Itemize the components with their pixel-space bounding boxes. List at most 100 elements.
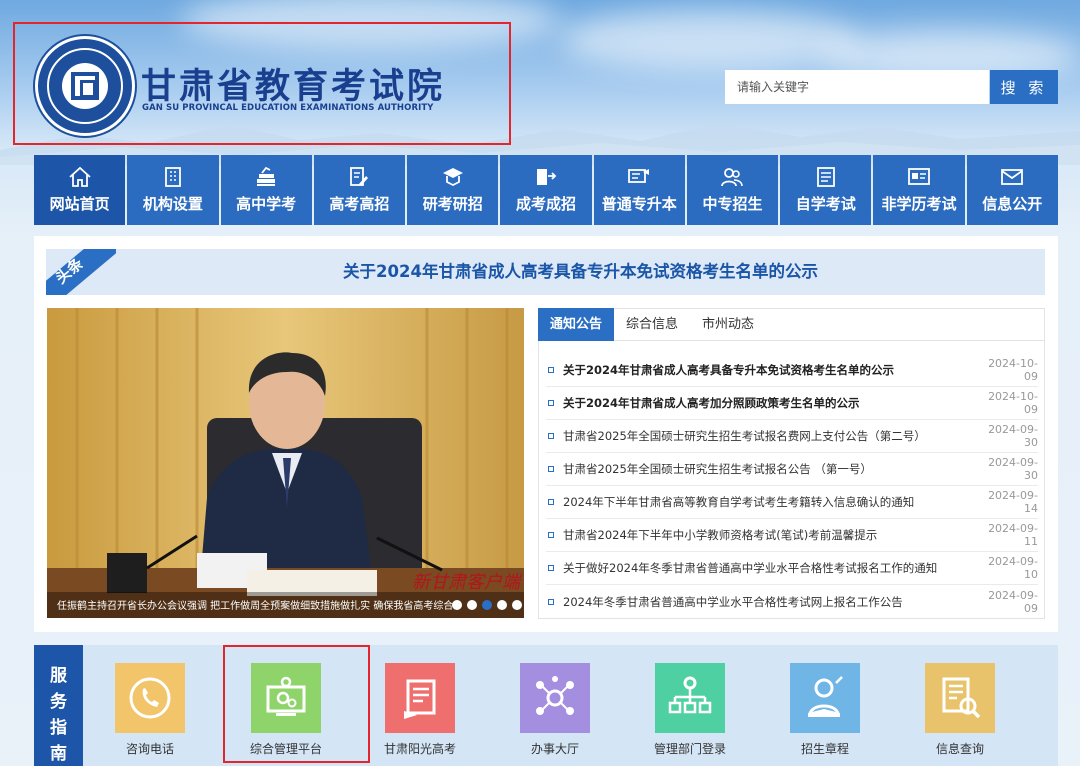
list-item[interactable]: 2024年冬季甘肃省普通高中学业水平合格性考试网上报名工作公告 2024-09-… xyxy=(546,585,1038,618)
service-item-service-hall[interactable]: 办事大厅 xyxy=(503,663,607,757)
nav-label: 研考研招 xyxy=(422,195,483,213)
nav-item-vocational-enroll[interactable]: 中专招生 xyxy=(686,155,779,225)
reading-person-icon[interactable] xyxy=(790,663,860,733)
nav-label: 网站首页 xyxy=(49,195,110,213)
nav-item-organization[interactable]: 机构设置 xyxy=(127,155,219,225)
news-title[interactable]: 关于做好2024年冬季甘肃省普通高中学业水平合格性考试报名工作的通知 xyxy=(563,560,978,576)
nav-item-graduate-exam[interactable]: 研考研招 xyxy=(407,155,499,225)
nav-label: 高考高招 xyxy=(329,195,390,213)
nav-item-self-study-exam[interactable]: 自学考试 xyxy=(780,155,872,225)
nav-item-upgrade-exam[interactable]: 普通专升本 xyxy=(593,155,685,225)
news-title[interactable]: 甘肃省2025年全国硕士研究生招生考试报名费网上支付公告（第二号） xyxy=(563,428,978,444)
nav-label: 信息公开 xyxy=(982,195,1043,213)
phone-icon[interactable] xyxy=(115,663,185,733)
certificate-icon xyxy=(628,169,650,183)
nav-item-high-school-exam[interactable]: 高中学考 xyxy=(220,155,312,225)
news-list: 关于2024年甘肃省成人高考具备专升本免试资格考生名单的公示 2024-10-0… xyxy=(546,354,1038,618)
service-label: 办事大厅 xyxy=(530,742,579,756)
news-title[interactable]: 关于2024年甘肃省成人高考具备专升本免试资格考生名单的公示 xyxy=(563,362,978,378)
news-title[interactable]: 2024年下半年甘肃省高等教育自学考试考生考籍转入信息确认的通知 xyxy=(563,494,978,510)
list-item[interactable]: 2024年下半年甘肃省高等教育自学考试考生考籍转入信息确认的通知 2024-09… xyxy=(546,486,1038,519)
headline-link[interactable]: 关于2024年甘肃省成人高考具备专升本免试资格考生名单的公示 xyxy=(116,249,1045,295)
nav-label: 成考成招 xyxy=(515,195,576,213)
service-item-info-query[interactable]: 信息查询 xyxy=(908,663,1012,757)
mail-icon xyxy=(1001,169,1024,185)
list-item[interactable]: 关于2024年甘肃省成人高考具备专升本免试资格考生名单的公示 2024-10-0… xyxy=(546,354,1038,387)
nav-item-non-degree-exam[interactable]: 非学历考试 xyxy=(873,155,965,225)
site-title[interactable]: 甘肃省教育考试院 xyxy=(141,58,445,109)
search-button[interactable]: 搜 索 xyxy=(990,70,1058,104)
service-label: 管理部门登录 xyxy=(653,742,726,756)
list-item[interactable]: 甘肃省2025年全国硕士研究生招生考试报名费网上支付公告（第二号） 2024-0… xyxy=(546,420,1038,453)
nav-item-home[interactable]: 网站首页 xyxy=(34,155,126,225)
list-item[interactable]: 关于2024年甘肃省成人高考加分照顾政策考生名单的公示 2024-10-09 xyxy=(546,387,1038,420)
news-date: 2024-10-09 xyxy=(988,357,1038,383)
search-input[interactable] xyxy=(725,70,989,104)
graduation-cap-icon xyxy=(442,168,463,187)
tab-notices[interactable]: 通知公告 xyxy=(538,308,615,341)
news-tabs: 通知公告 综合信息 市州动态 xyxy=(538,308,1045,341)
list-item[interactable]: 甘肃省2024年下半年中小学教师资格考试(笔试)考前温馨提示 2024-09-1… xyxy=(546,519,1038,552)
list-item[interactable]: 关于做好2024年冬季甘肃省普通高中学业水平合格性考试报名工作的通知 2024-… xyxy=(546,552,1038,585)
org-chart-icon[interactable] xyxy=(655,663,725,733)
nav-label: 中专招生 xyxy=(702,195,763,213)
nav-item-college-entrance[interactable]: 高考高招 xyxy=(313,155,406,225)
news-photo[interactable]: 新甘肃客户端 xyxy=(47,308,524,618)
bullet-icon xyxy=(548,499,554,505)
news-date: 2024-09-10 xyxy=(988,555,1038,581)
service-item-sunshine-gaokao[interactable]: 甘肃阳光高考 xyxy=(368,663,472,757)
service-item-dept-login[interactable]: 管理部门登录 xyxy=(638,663,742,757)
nav-item-info-disclosure[interactable]: 信息公开 xyxy=(966,155,1058,225)
news-date: 2024-09-09 xyxy=(988,588,1038,615)
service-highlight-box xyxy=(223,645,370,763)
service-item-enrollment-rules[interactable]: 招生章程 xyxy=(773,663,877,757)
slider-dot[interactable] xyxy=(467,600,477,610)
doc-search-icon[interactable] xyxy=(925,663,995,733)
pencil-paper-icon xyxy=(350,167,369,186)
news-title[interactable]: 2024年冬季甘肃省普通高中学业水平合格性考试网上报名工作公告 xyxy=(563,594,978,610)
id-card-icon xyxy=(908,168,930,185)
list-item[interactable]: 甘肃省2025年全国硕士研究生招生考试报名公告 （第一号） 2024-09-30 xyxy=(546,453,1038,486)
bullet-icon xyxy=(548,598,554,605)
news-date: 2024-09-30 xyxy=(988,423,1038,449)
tab-general-info[interactable]: 综合信息 xyxy=(614,308,690,341)
slider-dot[interactable] xyxy=(497,600,507,610)
book-arrow-icon xyxy=(536,169,557,185)
logo-seal[interactable] xyxy=(35,36,135,136)
news-title[interactable]: 甘肃省2024年下半年中小学教师资格考试(笔试)考前温馨提示 xyxy=(563,527,978,543)
bullet-icon xyxy=(548,400,554,406)
service-guide-heading: 服务指南 xyxy=(50,666,67,764)
news-date: 2024-10-09 xyxy=(988,390,1038,416)
service-item-phone[interactable]: 咨询电话 xyxy=(98,663,202,757)
slider-dots xyxy=(452,600,522,610)
seal-core xyxy=(62,63,108,109)
nav-label: 高中学考 xyxy=(236,195,297,213)
tab-city-news[interactable]: 市州动态 xyxy=(690,308,766,341)
site-subtitle: GAN SU PROVINCAL EDUCATION EXAMINATIONS … xyxy=(142,103,434,113)
nav-label: 普通专升本 xyxy=(601,195,677,213)
books-icon xyxy=(257,166,276,186)
service-label: 咨询电话 xyxy=(125,742,174,756)
service-label: 甘肃阳光高考 xyxy=(383,742,456,756)
seal-glyph-icon xyxy=(71,72,99,100)
news-title[interactable]: 关于2024年甘肃省成人高考加分照顾政策考生名单的公示 xyxy=(563,395,978,411)
nav-label: 机构设置 xyxy=(142,195,203,213)
bullet-icon xyxy=(548,532,554,538)
news-title[interactable]: 甘肃省2025年全国硕士研究生招生考试报名公告 （第一号） xyxy=(563,461,978,477)
photo-watermark: 新甘肃客户端 xyxy=(412,572,523,593)
form-icon[interactable] xyxy=(385,663,455,733)
bullet-icon xyxy=(548,466,554,472)
slider-dot-active[interactable] xyxy=(482,600,492,610)
news-date: 2024-09-11 xyxy=(988,522,1038,548)
slider-dot[interactable] xyxy=(452,600,462,610)
people-icon xyxy=(721,168,744,187)
main-nav: 网站首页 机构设置 高中学考 高考高招 研考研招 成考成招 普通专升本 中专招生… xyxy=(34,155,1058,225)
slider-dot[interactable] xyxy=(512,600,522,610)
home-icon xyxy=(69,166,91,187)
nav-item-adult-exam[interactable]: 成考成招 xyxy=(500,155,592,225)
slider-caption[interactable]: 任振鹤主持召开省长办公会议强调 把工作做周全预案做细致措施做扎实 确保我省高考综… xyxy=(57,597,455,612)
bullet-icon xyxy=(548,565,554,571)
service-label: 信息查询 xyxy=(935,742,984,756)
network-person-icon[interactable] xyxy=(520,663,590,733)
bullet-icon xyxy=(548,367,554,373)
